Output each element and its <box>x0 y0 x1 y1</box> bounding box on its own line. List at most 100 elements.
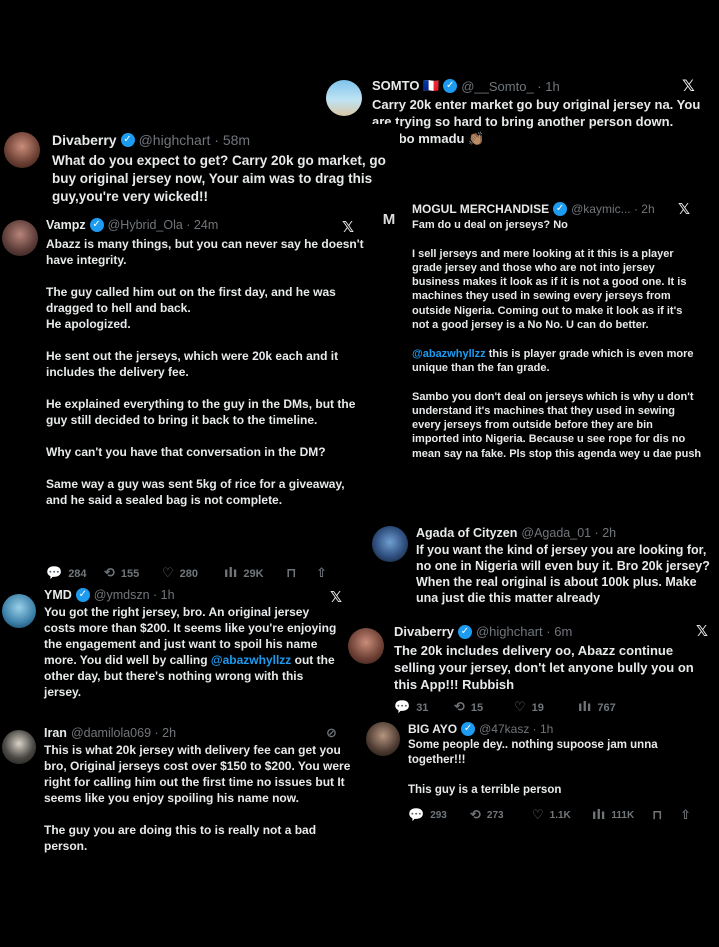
author-name[interactable]: Vampz <box>46 218 86 232</box>
tweet-header: YMD ✓ @ymdszn · 1h <box>44 588 175 602</box>
views-button[interactable]: ılı 767 <box>578 700 642 715</box>
tweet-iran[interactable]: Iran @damilola069 · 2h ⊘ This is what 20… <box>0 722 364 892</box>
tweet-actions: 💬 293 ⟲ 273 ♡ 1.1K ılı 111K ⊓ ⇧ <box>408 808 708 823</box>
repost-count: 155 <box>120 567 140 580</box>
author-name[interactable]: MOGUL MERCHANDISE <box>412 202 549 216</box>
tweet-header: Iran @damilola069 · 2h <box>44 726 176 740</box>
tweet-agada[interactable]: Agada of Cityzen @Agada_01 · 2h If you w… <box>368 520 719 612</box>
views-icon: ılı <box>224 566 238 581</box>
mention-link[interactable]: @abazwhyllzz <box>412 348 486 360</box>
close-icon[interactable]: 𝕏 <box>682 76 695 95</box>
heart-icon: ♡ <box>162 566 174 581</box>
bookmark-button[interactable]: ⊓ <box>286 566 316 581</box>
close-icon[interactable]: 𝕏 <box>696 622 708 640</box>
tweet-divaberry-1[interactable]: Divaberry ✓ @highchart · 58m What do you… <box>0 124 400 212</box>
share-button[interactable]: ⇧ <box>680 808 691 823</box>
bookmark-icon: ⊓ <box>286 566 297 581</box>
tweet-header: SOMTO 🇫🇷 ✓ @__Somto_ · 1h <box>372 78 560 94</box>
tweet-header: Divaberry ✓ @highchart · 58m <box>52 132 250 148</box>
view-count: 767 <box>597 701 616 714</box>
tweet-header: MOGUL MERCHANDISE ✓ @kaymic... · 2h <box>412 202 655 216</box>
author-name[interactable]: Divaberry <box>394 624 454 639</box>
tweet-text: Some people dey.. nothing supoose jam un… <box>408 739 658 796</box>
avatar[interactable] <box>348 628 384 664</box>
like-button[interactable]: ♡ 19 <box>514 700 578 715</box>
author-name[interactable]: YMD <box>44 588 72 602</box>
author-handle[interactable]: @Hybrid_Ola · 24m <box>108 218 219 232</box>
author-handle[interactable]: @kaymic... · 2h <box>571 202 655 216</box>
avatar[interactable] <box>2 594 36 628</box>
reply-button[interactable]: 💬 284 <box>46 566 104 581</box>
avatar[interactable] <box>326 80 362 116</box>
avatar[interactable] <box>366 722 400 756</box>
author-name[interactable]: Divaberry <box>52 132 117 148</box>
reply-count: 293 <box>430 810 447 821</box>
tweet-header: BIG AYO ✓ @47kasz · 1h <box>408 722 553 736</box>
tweet-text: What do you expect to get? Carry 20k go … <box>52 153 390 204</box>
verified-badge-icon: ✓ <box>89 218 104 232</box>
tweet-divaberry-2[interactable]: Divaberry ✓ @highchart · 6m 𝕏 The 20k in… <box>342 618 719 718</box>
reply-count: 284 <box>68 567 87 580</box>
views-icon: ılı <box>592 808 606 823</box>
tweet-ymd[interactable]: YMD ✓ @ymdszn · 1h 𝕏 You got the right j… <box>0 584 364 712</box>
views-button[interactable]: ılı 111K <box>592 808 652 823</box>
verified-badge-icon: ✓ <box>443 79 458 93</box>
like-button[interactable]: ♡ 1.1K <box>532 808 592 823</box>
reply-button[interactable]: 💬 293 <box>408 808 470 823</box>
reply-icon: 💬 <box>408 808 425 823</box>
repost-count: 15 <box>470 701 484 714</box>
verified-badge-icon: ✓ <box>120 133 135 147</box>
avatar[interactable] <box>4 132 40 168</box>
close-icon[interactable]: 𝕏 <box>678 200 690 218</box>
verified-badge-icon: ✓ <box>461 722 476 736</box>
like-button[interactable]: ♡ 280 <box>162 566 224 581</box>
verified-badge-icon: ✓ <box>457 624 472 639</box>
avatar[interactable] <box>2 220 38 256</box>
tweet-mogul-merchandise[interactable]: M MOGUL MERCHANDISE ✓ @kaymic... · 2h 𝕏 … <box>368 196 708 516</box>
repost-button[interactable]: ⟲ 155 <box>104 566 162 581</box>
tweet-text: Fam do u deal on jerseys? No I sell jers… <box>412 218 702 461</box>
avatar[interactable] <box>372 526 408 562</box>
heart-icon: ♡ <box>532 808 544 823</box>
mention-link[interactable]: @abazwhyllzz <box>211 653 291 667</box>
repost-button[interactable]: ⟲ 273 <box>470 808 532 823</box>
author-name[interactable]: BIG AYO <box>408 722 457 736</box>
author-handle[interactable]: @__Somto_ · 1h <box>461 79 559 94</box>
author-handle[interactable]: @highchart · 6m <box>476 624 572 639</box>
author-handle[interactable]: @ymdszn · 1h <box>94 588 175 602</box>
grok-icon[interactable]: ⊘ <box>326 726 337 741</box>
reply-icon: 💬 <box>394 700 411 715</box>
author-handle[interactable]: @Agada_01 · 2h <box>521 526 616 540</box>
views-button[interactable]: ılı 29K <box>224 566 286 581</box>
like-count: 280 <box>179 567 199 580</box>
repost-count: 273 <box>486 810 504 821</box>
logo-icon[interactable]: M <box>374 210 404 230</box>
repost-icon: ⟲ <box>104 566 115 581</box>
view-count: 29K <box>243 567 264 580</box>
share-button[interactable]: ⇧ <box>316 566 327 581</box>
author-handle[interactable]: @47kasz · 1h <box>479 722 553 736</box>
heart-icon: ♡ <box>514 700 526 715</box>
share-icon: ⇧ <box>680 808 691 823</box>
tweet-header: Vampz ✓ @Hybrid_Ola · 24m <box>46 218 218 232</box>
avatar[interactable] <box>2 730 36 764</box>
author-name[interactable]: SOMTO 🇫🇷 <box>372 78 439 94</box>
author-name[interactable]: Iran <box>44 726 67 740</box>
bookmark-button[interactable]: ⊓ <box>652 808 680 823</box>
repost-icon: ⟲ <box>470 808 481 823</box>
tweet-header: Divaberry ✓ @highchart · 6m <box>394 624 572 639</box>
author-name[interactable]: Agada of Cityzen <box>416 526 517 540</box>
tweet-text: You got the right jersey, bro. An origin… <box>44 604 340 700</box>
author-handle[interactable]: @damilola069 · 2h <box>71 726 176 740</box>
like-count: 1.1K <box>549 810 571 821</box>
tweet-text: If you want the kind of jersey you are l… <box>416 543 714 605</box>
repost-icon: ⟲ <box>454 700 465 715</box>
tweet-vampz[interactable]: Vampz ✓ @Hybrid_Ola · 24m 𝕏 Abazz is man… <box>0 212 364 588</box>
close-icon[interactable]: 𝕏 <box>342 218 354 236</box>
reply-count: 31 <box>416 701 429 714</box>
reply-button[interactable]: 💬 31 <box>394 700 454 715</box>
verified-badge-icon: ✓ <box>75 588 90 602</box>
tweet-big-ayo[interactable]: BIG AYO ✓ @47kasz · 1h Some people dey..… <box>362 716 719 828</box>
repost-button[interactable]: ⟲ 15 <box>454 700 514 715</box>
author-handle[interactable]: @highchart · 58m <box>139 132 250 148</box>
